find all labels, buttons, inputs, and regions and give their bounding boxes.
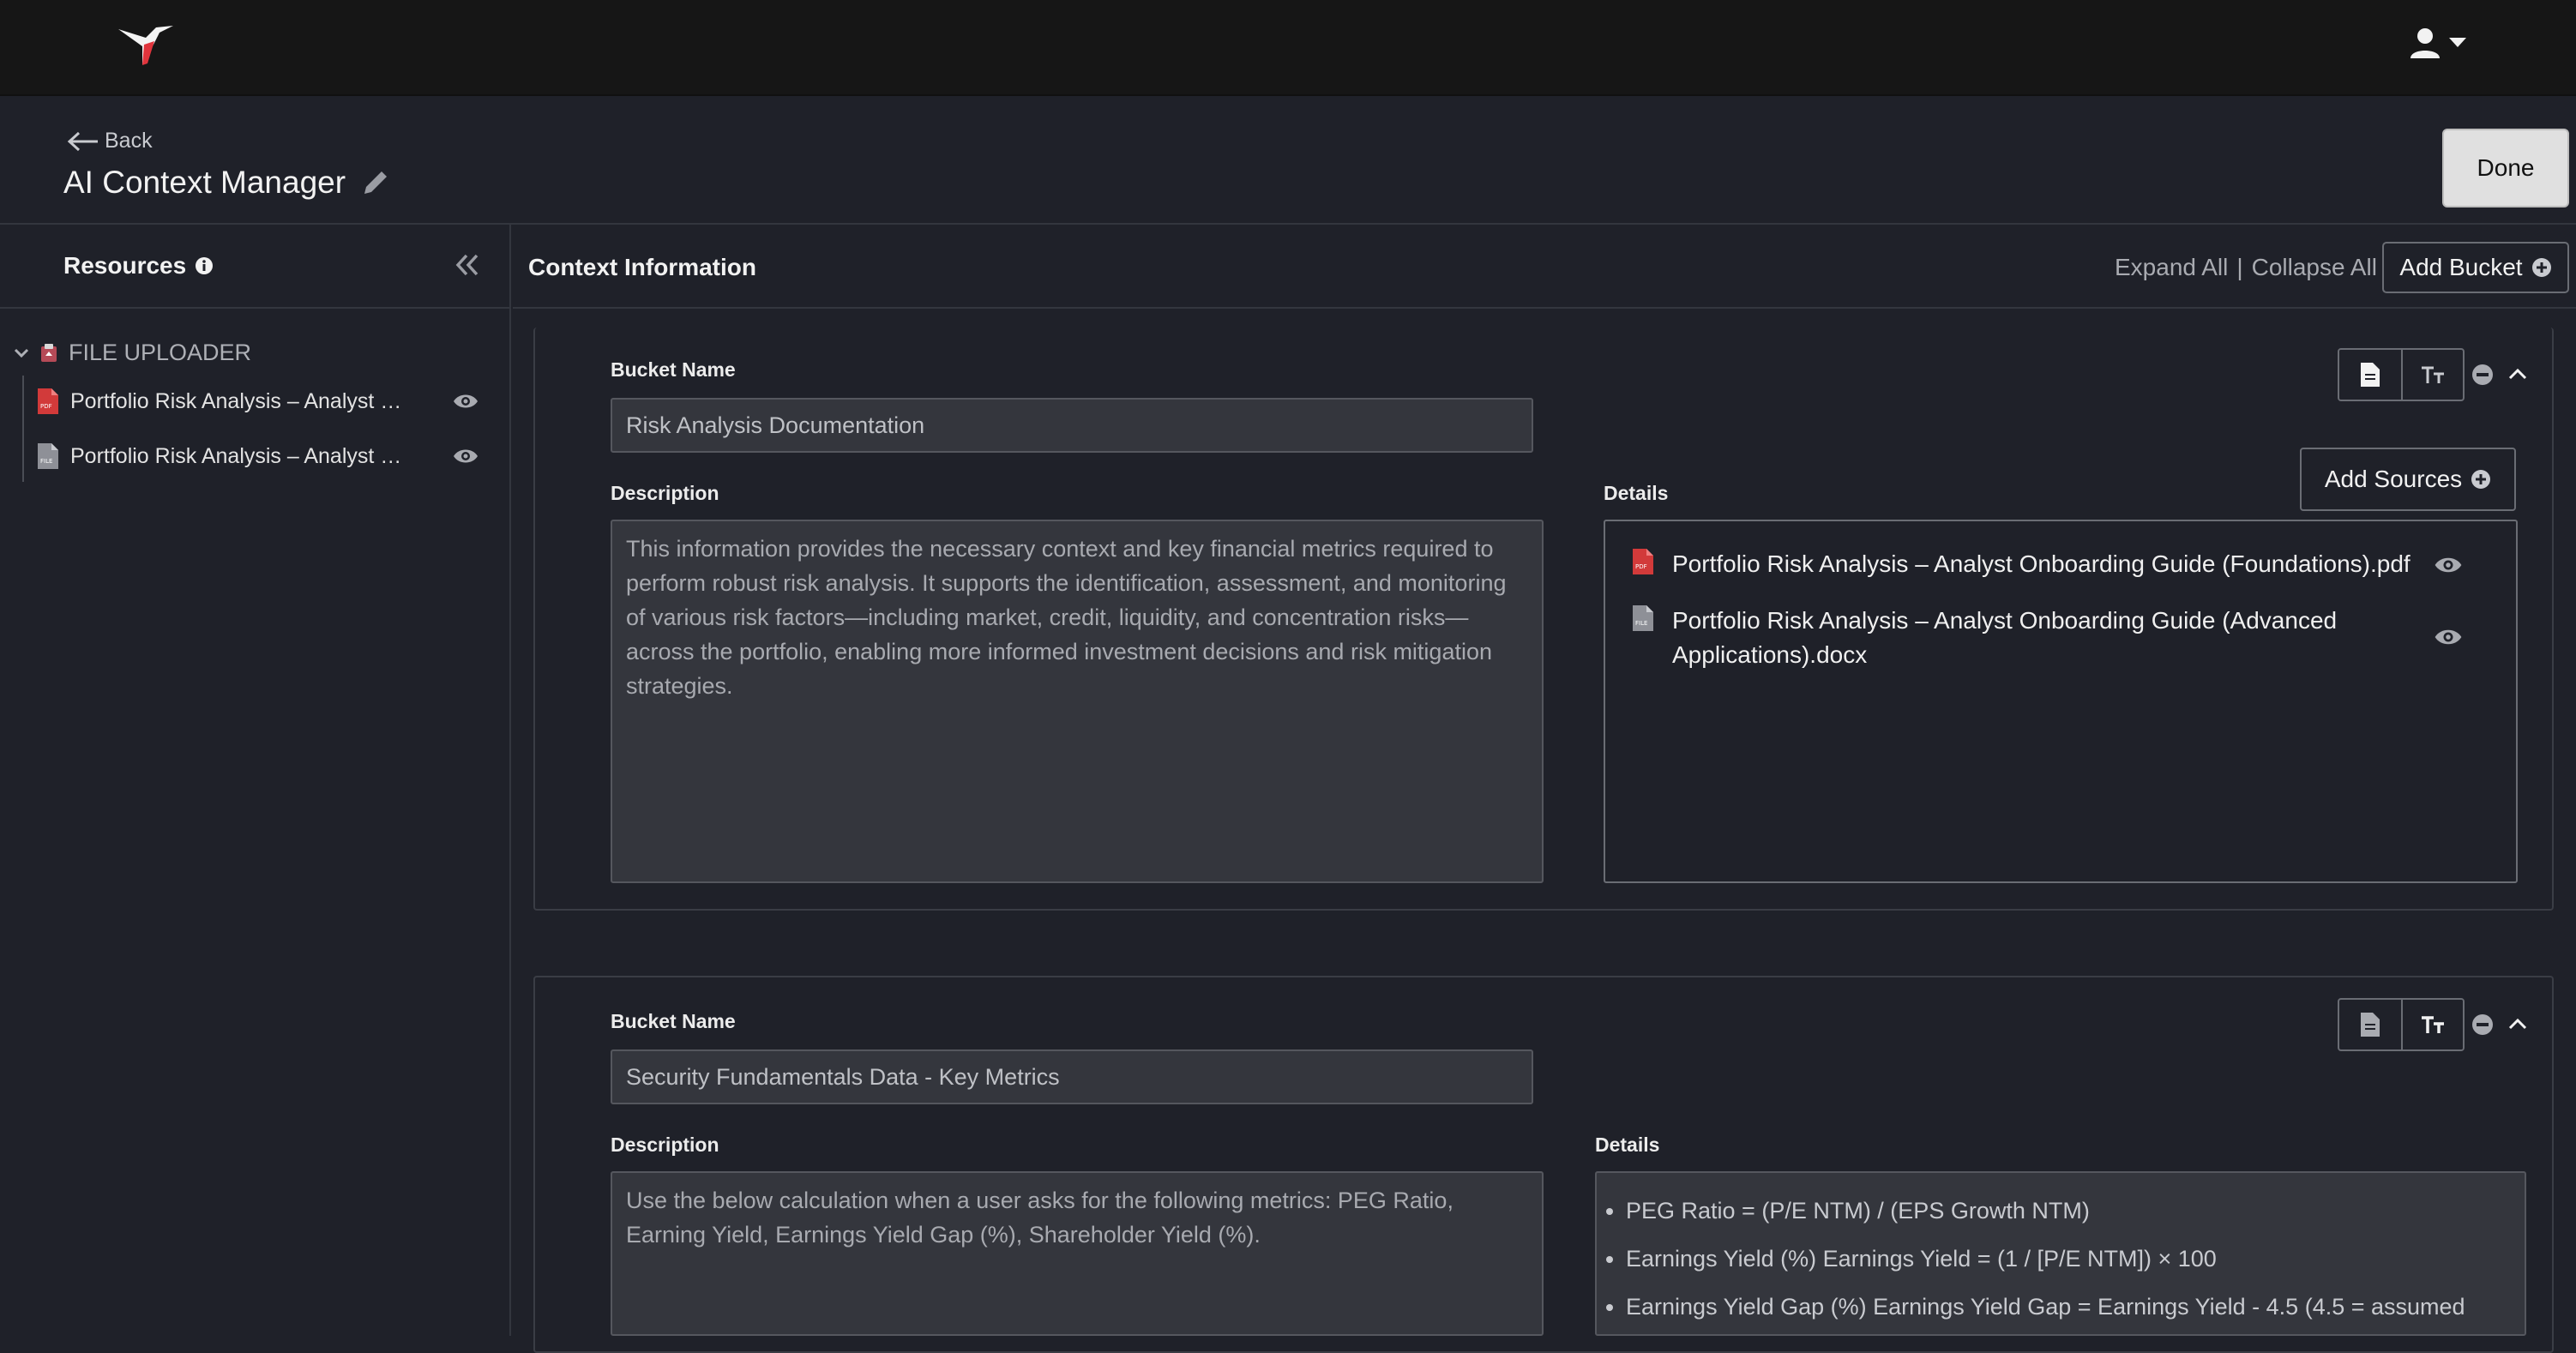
bucket-name-label: Bucket Name (611, 358, 736, 381)
detail-file-label: Portfolio Risk Analysis – Analyst Onboar… (1672, 550, 2410, 577)
upload-folder-icon (41, 343, 57, 362)
back-link[interactable]: Back (67, 129, 153, 153)
document-icon (2361, 363, 2380, 387)
svg-text:FILE: FILE (1635, 620, 1647, 627)
pdf-file-icon: PDF (1633, 549, 1653, 574)
info-icon[interactable] (195, 256, 214, 275)
hummingbird-logo-icon[interactable] (117, 21, 177, 69)
add-sources-label: Add Sources (2324, 466, 2463, 492)
details-label: Details (1604, 482, 1669, 504)
list-item: Earnings Yield Gap (%) Earnings Yield Ga… (1626, 1283, 2525, 1331)
expand-all-link[interactable]: Expand All (2115, 254, 2228, 281)
text-format-icon (2422, 1016, 2444, 1033)
eye-icon[interactable] (453, 448, 478, 465)
pdf-file-icon: PDF (38, 388, 58, 414)
page-title: AI Context Manager (63, 165, 390, 201)
user-icon (2410, 28, 2440, 58)
bucket-name-input[interactable]: Security Fundamentals Data - Key Metrics (611, 1049, 1533, 1104)
chevron-up-icon[interactable] (2507, 367, 2528, 381)
chevron-down-icon (14, 348, 29, 358)
bucket-mode-toggle (2338, 998, 2465, 1051)
page-header (0, 96, 2576, 225)
sidebar-file-item[interactable]: FILE Portfolio Risk Analysis – Analyst O… (38, 434, 492, 478)
user-menu-button[interactable] (2408, 24, 2475, 62)
file-mode-button[interactable] (2339, 1000, 2401, 1049)
top-bar (0, 0, 2576, 96)
resources-title-text: Resources (63, 252, 187, 279)
remove-bucket-icon[interactable] (2471, 1013, 2494, 1036)
plus-circle-icon (2471, 470, 2491, 489)
document-icon (2361, 1013, 2380, 1037)
add-sources-button[interactable]: Add Sources (2300, 448, 2516, 511)
bucket-name-label: Bucket Name (611, 1010, 736, 1032)
caret-down-icon (2449, 38, 2466, 47)
pencil-edit-icon[interactable] (361, 168, 390, 197)
remove-bucket-icon[interactable] (2471, 364, 2494, 386)
eye-icon[interactable] (2434, 628, 2463, 646)
svg-text:FILE: FILE (40, 458, 52, 465)
description-label: Description (611, 482, 719, 504)
file-uploader-group[interactable]: FILE UPLOADER (14, 340, 251, 366)
add-bucket-button[interactable]: Add Bucket (2382, 242, 2569, 293)
file-uploader-label: FILE UPLOADER (69, 340, 252, 365)
description-label: Description (611, 1134, 719, 1156)
add-bucket-label: Add Bucket (2399, 254, 2523, 280)
collapse-all-link[interactable]: Collapse All (2252, 254, 2377, 281)
eye-icon[interactable] (453, 393, 478, 410)
sidebar-file-label: Portfolio Risk Analysis – Analyst Onboar… (70, 388, 413, 413)
eye-icon[interactable] (2434, 556, 2463, 574)
text-mode-button[interactable] (2401, 1000, 2463, 1049)
bucket-mode-toggle (2338, 348, 2465, 401)
file-mode-button[interactable] (2339, 350, 2401, 400)
details-bullet-list: PEG Ratio = (P/E NTM) / (EPS Growth NTM)… (1597, 1187, 2525, 1331)
divider: | (2236, 254, 2243, 280)
detail-file-item[interactable]: PDF Portfolio Risk Analysis – Analyst On… (1633, 547, 2490, 581)
details-label: Details (1595, 1134, 1660, 1156)
details-text-box[interactable]: PEG Ratio = (P/E NTM) / (EPS Growth NTM)… (1595, 1171, 2526, 1336)
text-format-icon (2422, 366, 2444, 383)
generic-file-icon: FILE (1633, 605, 1653, 631)
expand-collapse-controls: Expand All | Collapse All (2115, 254, 2377, 281)
back-label: Back (105, 129, 153, 153)
collapse-sidebar-icon[interactable] (453, 250, 482, 280)
arrow-left-icon (67, 131, 98, 151)
chevron-up-icon[interactable] (2507, 1017, 2528, 1031)
description-textarea[interactable]: Use the below calculation when a user as… (611, 1171, 1544, 1336)
done-button[interactable]: Done (2442, 129, 2569, 207)
svg-text:PDF: PDF (40, 403, 52, 410)
page-title-text: AI Context Manager (63, 165, 346, 200)
text-mode-button[interactable] (2401, 350, 2463, 400)
sidebar-file-label: Portfolio Risk Analysis – Analyst Onboar… (70, 443, 413, 468)
plus-circle-icon (2531, 258, 2551, 277)
tree-connector (22, 376, 24, 482)
svg-text:PDF: PDF (1635, 563, 1647, 570)
detail-file-item[interactable]: FILE Portfolio Risk Analysis – Analyst O… (1633, 604, 2490, 672)
detail-file-label: Portfolio Risk Analysis – Analyst Onboar… (1672, 607, 2338, 668)
description-textarea[interactable]: This information provides the necessary … (611, 520, 1544, 883)
context-title: Context Information (528, 254, 756, 280)
resources-title: Resources (63, 252, 214, 280)
generic-file-icon: FILE (38, 443, 58, 469)
list-item: Earnings Yield (%) Earnings Yield = (1 /… (1626, 1235, 2525, 1283)
list-item: PEG Ratio = (P/E NTM) / (EPS Growth NTM) (1626, 1187, 2525, 1235)
sidebar-file-item[interactable]: PDF Portfolio Risk Analysis – Analyst On… (38, 379, 492, 424)
bucket-name-input[interactable]: Risk Analysis Documentation (611, 398, 1533, 453)
